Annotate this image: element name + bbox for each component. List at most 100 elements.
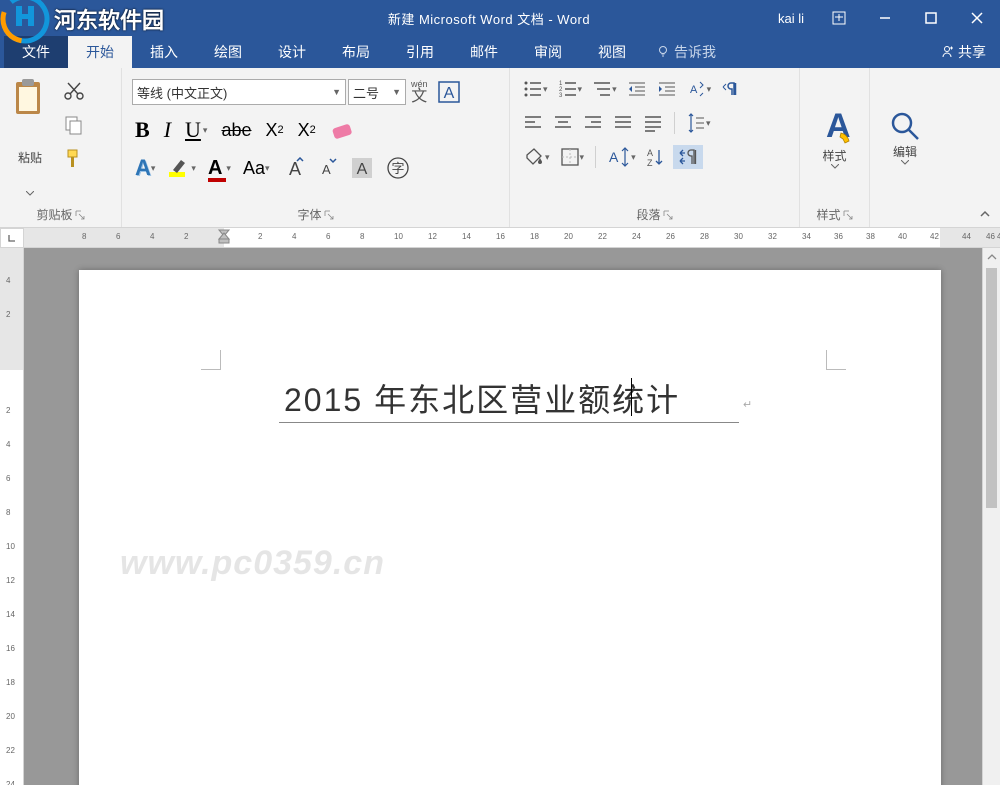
tab-design[interactable]: 设计 xyxy=(260,36,324,68)
underline-button[interactable]: U▾ xyxy=(182,115,210,145)
show-paragraph-marks-button[interactable] xyxy=(673,145,703,169)
char-border-icon: A xyxy=(436,79,462,105)
tab-references[interactable]: 引用 xyxy=(388,36,452,68)
collapse-ribbon-button[interactable] xyxy=(976,205,994,223)
bold-button[interactable]: B xyxy=(132,115,153,145)
numbering-icon: 123 xyxy=(558,79,578,99)
tab-layout[interactable]: 布局 xyxy=(324,36,388,68)
align-center-button[interactable] xyxy=(550,111,576,135)
maximize-button[interactable] xyxy=(908,0,954,36)
minimize-button[interactable] xyxy=(862,0,908,36)
justify-button[interactable] xyxy=(610,111,636,135)
ribbon: 粘贴 剪贴板 等线 (中文正文)▼ 二号▼ wén文 A B I xyxy=(0,68,1000,228)
tab-review[interactable]: 审阅 xyxy=(516,36,580,68)
borders-button[interactable]: ▾ xyxy=(557,145,588,169)
paragraph-mark: ↵ xyxy=(743,398,752,411)
distribute-icon xyxy=(643,113,663,133)
group-editing: 编辑 xyxy=(870,68,940,227)
asian-layout-button[interactable]: A▾ xyxy=(684,77,715,101)
styles-group-label: 样式 xyxy=(816,206,840,223)
font-name-combo[interactable]: 等线 (中文正文)▼ xyxy=(132,79,346,105)
scroll-up-icon[interactable] xyxy=(983,248,1000,266)
ribbon-display-options-button[interactable] xyxy=(816,0,862,36)
vertical-ruler[interactable]: 422468101214161820222426 xyxy=(0,248,24,785)
tab-view[interactable]: 视图 xyxy=(580,36,644,68)
font-dialog-launcher[interactable] xyxy=(324,210,334,220)
subscript-button[interactable]: X2 xyxy=(262,118,286,143)
enclose-characters-button[interactable]: 字 xyxy=(383,154,413,182)
bullets-button[interactable]: ▾ xyxy=(520,77,551,101)
superscript-button[interactable]: X2 xyxy=(295,118,319,143)
svg-text:A: A xyxy=(690,84,698,96)
font-size-combo[interactable]: 二号▼ xyxy=(348,79,406,105)
copy-button[interactable] xyxy=(60,112,88,138)
grow-font-button[interactable]: A xyxy=(279,155,307,181)
margin-corner-tl xyxy=(201,350,221,370)
font-group-label: 字体 xyxy=(297,206,321,223)
tab-selector[interactable] xyxy=(0,228,24,248)
page[interactable]: 2015 年东北区营业额统计 ↵ xyxy=(79,270,941,785)
close-button[interactable] xyxy=(954,0,1000,36)
share-label: 共享 xyxy=(958,42,986,62)
multilevel-list-button[interactable]: ▾ xyxy=(589,77,620,101)
highlight-button[interactable]: ▾ xyxy=(164,154,199,182)
font-color-button[interactable]: A▾ xyxy=(205,155,234,182)
editing-label: 编辑 xyxy=(893,143,917,160)
cut-button[interactable] xyxy=(60,78,88,104)
paste-button[interactable]: 粘贴 xyxy=(4,72,56,202)
clipboard-icon xyxy=(10,78,50,122)
brush-icon xyxy=(63,148,85,170)
decrease-indent-button[interactable] xyxy=(624,77,650,101)
numbering-button[interactable]: 123▾ xyxy=(555,77,586,101)
pilcrow-icon xyxy=(721,79,741,99)
clear-formatting-button[interactable] xyxy=(327,117,361,143)
character-shading-button[interactable]: A xyxy=(347,154,377,182)
tab-draw[interactable]: 绘图 xyxy=(196,36,260,68)
group-font: 等线 (中文正文)▼ 二号▼ wén文 A B I U▾ abe X2 X2 A… xyxy=(122,68,510,227)
document-heading[interactable]: 2015 年东北区营业额统计 xyxy=(284,375,680,421)
svg-text:字: 字 xyxy=(391,161,404,176)
document-area[interactable]: 2015 年东北区营业额统计 ↵ xyxy=(24,248,982,785)
bucket-icon xyxy=(523,147,545,167)
svg-text:Z: Z xyxy=(647,158,653,167)
phonetic-guide-button[interactable]: wén文 xyxy=(408,78,431,107)
vertical-scrollbar[interactable] xyxy=(982,248,1000,785)
sort-icon: AZ xyxy=(646,147,666,167)
line-spacing-button[interactable]: ▾ xyxy=(683,111,714,135)
align-right-icon xyxy=(583,113,603,133)
tab-mail[interactable]: 邮件 xyxy=(452,36,516,68)
format-painter-button[interactable] xyxy=(60,146,88,172)
align-right-button[interactable] xyxy=(580,111,606,135)
increase-indent-button[interactable] xyxy=(654,77,680,101)
tell-me-label: 告诉我 xyxy=(674,42,716,62)
character-border-button[interactable]: A xyxy=(433,77,465,107)
distribute-button[interactable] xyxy=(640,111,666,135)
paragraph-dialog-launcher[interactable] xyxy=(663,210,673,220)
svg-text:A: A xyxy=(443,85,454,102)
show-marks-button[interactable] xyxy=(718,77,744,101)
scroll-thumb[interactable] xyxy=(986,268,997,508)
strikethrough-button[interactable]: abe xyxy=(218,118,254,143)
styles-dialog-launcher[interactable] xyxy=(843,210,853,220)
tell-me-search[interactable]: 告诉我 xyxy=(644,36,728,68)
char-scaling-button[interactable]: A▾ xyxy=(604,145,639,169)
enclose-icon: 字 xyxy=(386,156,410,180)
editing-button[interactable]: 编辑 xyxy=(884,72,926,202)
search-icon xyxy=(888,109,922,143)
shrink-font-button[interactable]: A xyxy=(313,155,341,181)
pilcrow-toggle-icon xyxy=(676,147,700,167)
align-left-button[interactable] xyxy=(520,111,546,135)
horizontal-ruler[interactable]: 8642246810121416182022242628303234363840… xyxy=(24,228,1000,248)
sort-button[interactable]: AZ xyxy=(643,145,669,169)
italic-button[interactable]: I xyxy=(161,115,174,145)
text-effects-button[interactable]: A▾ xyxy=(132,153,158,183)
svg-text:1: 1 xyxy=(559,81,563,87)
copy-icon xyxy=(63,114,85,136)
styles-button[interactable]: A 样式 xyxy=(810,72,860,202)
change-case-button[interactable]: Aa▾ xyxy=(240,156,273,181)
user-name[interactable]: kai li xyxy=(778,11,804,26)
shrink-font-icon: A xyxy=(316,157,338,179)
share-button[interactable]: 共享 xyxy=(926,36,1000,68)
shading-button[interactable]: ▾ xyxy=(520,145,553,169)
clipboard-dialog-launcher[interactable] xyxy=(75,210,85,220)
